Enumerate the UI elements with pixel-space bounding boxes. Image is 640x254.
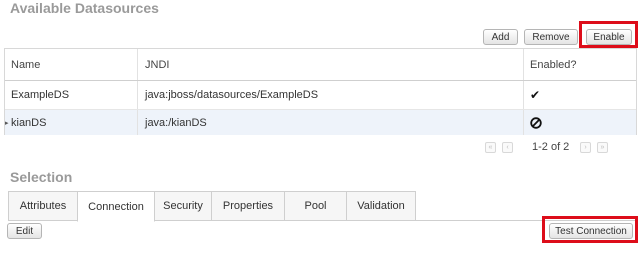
remove-button[interactable]: Remove <box>524 29 578 45</box>
row-name: kianDS <box>11 116 47 129</box>
row-jndi: java:jboss/datasources/ExampleDS <box>137 81 523 109</box>
column-header-jndi[interactable]: JNDI <box>137 49 523 80</box>
row-jndi: java:/kianDS <box>137 110 523 135</box>
first-page-icon[interactable]: « <box>485 142 496 153</box>
datasources-table: Name JNDI Enabled? ExampleDS java:jboss/… <box>4 48 637 135</box>
row-enabled: ✔ <box>523 81 636 109</box>
column-header-enabled[interactable]: Enabled? <box>523 49 636 80</box>
prev-page-icon[interactable]: ‹ <box>502 142 513 153</box>
edit-button[interactable]: Edit <box>7 223 42 239</box>
row-name: ExampleDS <box>11 89 70 101</box>
column-header-name[interactable]: Name <box>11 49 137 80</box>
tab-pool[interactable]: Pool <box>284 191 347 221</box>
table-header-row: Name JNDI Enabled? <box>5 49 636 81</box>
selection-tabs: Attributes Connection Security Propertie… <box>8 191 416 222</box>
row-pointer-icon: ▸ <box>5 120 9 127</box>
tab-properties[interactable]: Properties <box>211 191 285 221</box>
last-page-icon[interactable]: » <box>597 142 608 153</box>
add-button[interactable]: Add <box>483 29 518 45</box>
table-row-selected[interactable]: ▸ kianDS java:/kianDS <box>5 110 636 135</box>
next-page-icon[interactable]: › <box>580 142 591 153</box>
check-icon: ✔ <box>530 88 541 102</box>
enable-button-highlight <box>579 21 638 48</box>
table-row[interactable]: ExampleDS java:jboss/datasources/Example… <box>5 81 636 110</box>
tab-attributes[interactable]: Attributes <box>8 191 78 221</box>
tab-connection[interactable]: Connection <box>77 191 155 222</box>
test-connection-highlight <box>542 216 638 243</box>
tab-security[interactable]: Security <box>154 191 212 221</box>
selection-title: Selection <box>10 169 73 185</box>
disabled-icon <box>530 116 542 129</box>
available-datasources-title: Available Datasources <box>10 0 159 16</box>
pager-text: 1-2 of 2 <box>532 141 570 153</box>
row-enabled <box>523 110 636 135</box>
tab-validation[interactable]: Validation <box>346 191 416 221</box>
